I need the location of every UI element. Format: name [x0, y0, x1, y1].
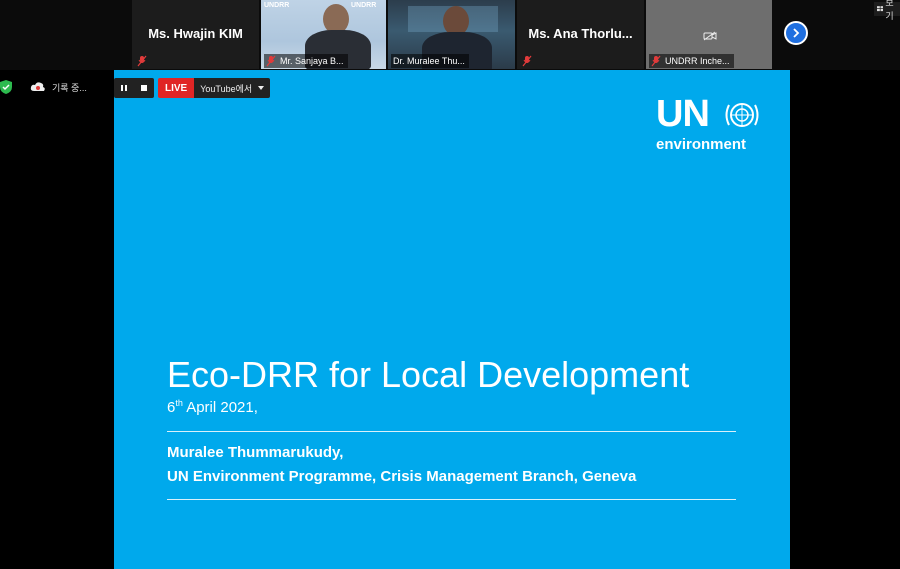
shared-screen-slide: UN environment Eco-DRR for Local Develop… [114, 70, 790, 569]
live-stream-control: LIVE YouTube에서 [158, 78, 271, 98]
mic-muted-icon [137, 55, 147, 67]
participant-caption [135, 54, 151, 68]
participant-tile[interactable]: Dr. Muralee Thu... [388, 0, 515, 69]
stop-button[interactable] [134, 78, 154, 98]
encryption-shield-icon [0, 80, 12, 94]
divider [167, 499, 736, 500]
mic-muted-icon [651, 55, 661, 67]
participant-strip: Ms. Hwajin KIM UNDRR UNDRR Mr. Sanjaya B… [0, 0, 900, 70]
date-rest: April 2021, [182, 399, 258, 416]
live-badge: LIVE [158, 78, 195, 98]
view-button[interactable]: 보기 [874, 0, 900, 21]
logo-environment-text: environment [656, 136, 747, 153]
participant-caption [520, 54, 536, 68]
pause-button[interactable] [114, 78, 134, 98]
participant-tile[interactable]: Ms. Ana Thorlu... [517, 0, 644, 69]
un-environment-logo: UN environment [656, 95, 766, 155]
participant-tile[interactable]: Ms. Hwajin KIM [132, 0, 259, 69]
mic-muted-icon [266, 55, 276, 67]
participant-tile[interactable]: UNDRR Inche... [646, 0, 772, 69]
slide-organization: UN Environment Programme, Crisis Managem… [167, 468, 637, 485]
divider [167, 431, 736, 432]
cloud-record-icon [30, 82, 45, 91]
participant-tile[interactable]: UNDRR UNDRR Mr. Sanjaya B... [261, 0, 386, 69]
participant-caption: Dr. Muralee Thu... [391, 54, 469, 68]
stream-target-label: YouTube에서 [200, 83, 253, 94]
stream-target-dropdown[interactable]: YouTube에서 [194, 78, 271, 98]
date-suffix: th [175, 398, 183, 408]
caret-down-icon [258, 86, 265, 90]
participant-caption: Mr. Sanjaya B... [264, 54, 348, 68]
banner-text: UNDRR [351, 2, 377, 9]
stop-icon [141, 85, 147, 91]
participant-name: Ms. Ana Thorlu... [528, 26, 633, 41]
logo-un-text: UN [656, 93, 710, 135]
share-toolbar: LIVE YouTube에서 [114, 78, 271, 98]
participant-name: Dr. Muralee Thu... [393, 56, 465, 66]
grid-icon [877, 6, 884, 12]
slide-date: 6th April 2021, [167, 398, 258, 416]
camera-off-icon [703, 28, 717, 46]
participant-caption: UNDRR Inche... [649, 54, 734, 68]
banner-text: UNDRR [264, 2, 290, 9]
participant-name: Mr. Sanjaya B... [280, 56, 344, 66]
un-emblem-icon [725, 103, 759, 127]
status-indicators: 기록 중... [0, 78, 87, 96]
slide-author: Muralee Thummarukudy, [167, 444, 344, 461]
participant-name: UNDRR Inche... [665, 56, 730, 66]
pause-icon [121, 85, 127, 91]
chevron-right-icon [793, 28, 800, 38]
recording-controls [114, 78, 154, 98]
view-label: 보기 [885, 0, 894, 21]
meeting-window: Ms. Hwajin KIM UNDRR UNDRR Mr. Sanjaya B… [0, 0, 900, 569]
recording-label: 기록 중... [52, 82, 87, 93]
mic-muted-icon [522, 55, 532, 67]
next-page-button[interactable] [784, 21, 808, 45]
participant-name: Ms. Hwajin KIM [148, 26, 243, 41]
slide-title: Eco-DRR for Local Development [167, 354, 690, 395]
